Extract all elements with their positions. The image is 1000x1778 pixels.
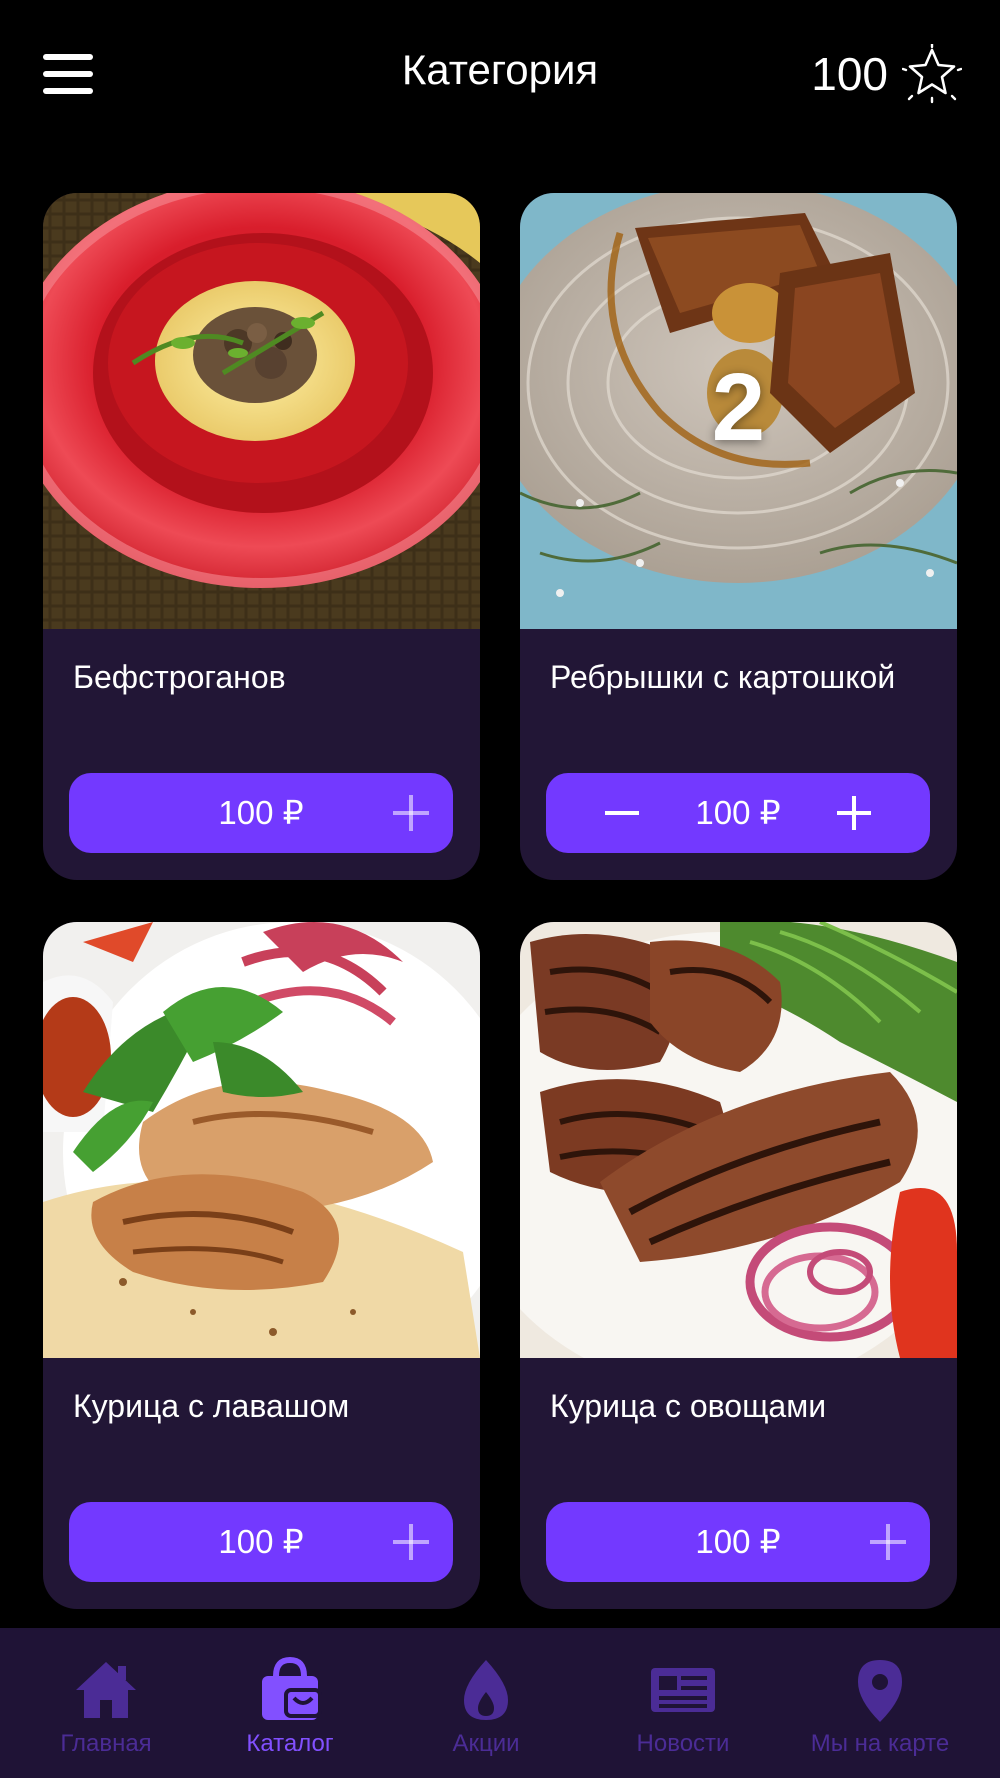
chicken-vegetables-photo: [520, 922, 957, 1358]
product-name: Ребрышки с картошкой: [550, 659, 896, 695]
tab-news[interactable]: Новости: [583, 1628, 783, 1778]
tab-home[interactable]: Главная: [6, 1628, 206, 1778]
home-icon: [76, 1662, 136, 1718]
quantity-badge: 2: [711, 354, 766, 461]
stroganoff-photo: [43, 193, 480, 629]
tab-label: Каталог: [246, 1730, 334, 1757]
top-bar: Категория 100: [0, 0, 1000, 150]
flame-icon: [464, 1660, 508, 1720]
product-photo: [43, 922, 480, 1358]
product-card[interactable]: 2 Ребрышки с картошкой 100 ₽: [520, 193, 957, 880]
quantity-stepper: 100 ₽: [546, 773, 930, 853]
product-photo: 2: [520, 193, 957, 629]
tab-label: Главная: [60, 1730, 152, 1757]
plus-icon: [393, 1524, 429, 1560]
plus-icon: [393, 795, 429, 831]
tab-label: Новости: [636, 1730, 730, 1757]
product-photo: [520, 922, 957, 1358]
star-icon: [902, 44, 962, 104]
product-name: Бефстроганов: [73, 659, 286, 695]
bottom-navigation: Главная Каталог Акции Новости Мы на карт…: [0, 1628, 1000, 1778]
product-name: Курица с овощами: [550, 1388, 827, 1424]
newspaper-icon: [651, 1668, 715, 1712]
add-to-cart-button[interactable]: 100 ₽: [69, 1502, 453, 1582]
product-photo: [43, 193, 480, 629]
product-card[interactable]: Курица с овощами 100 ₽: [520, 922, 957, 1609]
product-name: Курица с лавашом: [73, 1388, 350, 1424]
points-value: 100: [811, 48, 888, 100]
add-to-cart-button[interactable]: 100 ₽: [546, 1502, 930, 1582]
tab-map[interactable]: Мы на карте: [780, 1628, 980, 1778]
bonus-points[interactable]: 100: [811, 44, 962, 104]
tab-label: Акции: [452, 1730, 520, 1757]
product-card[interactable]: Бефстроганов 100 ₽: [43, 193, 480, 880]
add-to-cart-button[interactable]: 100 ₽: [69, 773, 453, 853]
plus-icon: [870, 1524, 906, 1560]
chicken-lavash-photo: [43, 922, 480, 1358]
product-card[interactable]: Курица с лавашом 100 ₽: [43, 922, 480, 1609]
tab-promotions[interactable]: Акции: [386, 1628, 586, 1778]
tab-catalog[interactable]: Каталог: [190, 1628, 390, 1778]
plus-button[interactable]: [834, 793, 874, 833]
tab-label: Мы на карте: [810, 1730, 950, 1757]
shopping-bag-icon: [262, 1656, 322, 1720]
catalog-screen: Категория 100 Бефстроганов 100 ₽ 2 Ребры…: [0, 0, 1000, 1778]
map-pin-icon: [858, 1660, 902, 1722]
